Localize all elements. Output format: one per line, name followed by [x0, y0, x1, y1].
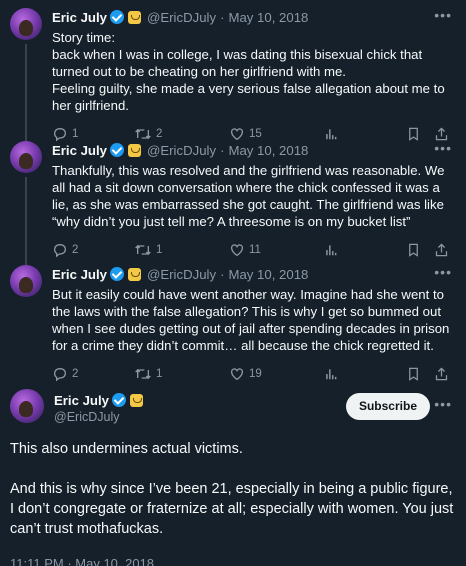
tweet-date[interactable]: May 10, 2018	[228, 266, 308, 283]
more-icon[interactable]: •••	[434, 265, 452, 279]
retweet-button[interactable]: 1	[134, 366, 229, 383]
tweet-text: Thankfully, this was resolved and the gi…	[52, 163, 445, 229]
views-icon	[324, 367, 338, 381]
retweet-icon	[134, 366, 152, 382]
tweet[interactable]: ••• Eric July @EricDJuly · May 10, 2018 …	[0, 257, 466, 383]
like-button[interactable]: 19	[229, 366, 324, 383]
tweet-date[interactable]: May 10, 2018	[228, 9, 308, 26]
tweet-text: But it easily could have went another wa…	[52, 287, 450, 353]
avatar[interactable]	[10, 8, 42, 40]
reply-icon	[52, 366, 68, 382]
more-icon[interactable]: •••	[434, 8, 452, 22]
main-tweet: Eric July @EricDJuly Subscribe ••• This …	[0, 381, 466, 566]
author-name[interactable]: Eric July	[52, 142, 107, 159]
main-tweet-text: This also undermines actual victims. And…	[10, 439, 456, 539]
main-tweet-paragraph: And this is why since I’ve been 21, espe…	[10, 481, 454, 537]
tweet[interactable]: ••• Eric July @EricDJuly · May 10, 2018 …	[0, 0, 466, 142]
reply-count: 2	[72, 367, 79, 380]
avatar[interactable]	[10, 389, 44, 423]
author-handle[interactable]: @EricDJuly	[147, 142, 216, 159]
author-handle[interactable]: @EricDJuly	[147, 9, 216, 26]
reply-button[interactable]: 2	[52, 366, 134, 383]
retweet-count: 1	[156, 243, 163, 256]
more-icon[interactable]: •••	[434, 397, 452, 411]
heart-icon	[229, 366, 245, 382]
verified-badge-icon	[109, 10, 124, 24]
bookmark-button[interactable]	[406, 366, 434, 382]
avatar[interactable]	[10, 141, 42, 173]
affiliate-badge-icon	[127, 267, 141, 281]
like-button[interactable]: 11	[229, 242, 324, 259]
verified-badge-icon	[111, 393, 126, 407]
share-icon	[434, 242, 449, 258]
subscribe-button[interactable]: Subscribe	[345, 393, 430, 420]
share-button[interactable]	[434, 366, 449, 382]
share-button[interactable]	[434, 242, 449, 258]
retweet-count: 1	[156, 367, 163, 380]
tweet[interactable]: ••• Eric July @EricDJuly · May 10, 2018 …	[0, 133, 466, 265]
heart-icon	[229, 242, 245, 258]
affiliate-badge-icon	[129, 393, 143, 407]
author-handle[interactable]: @EricDJuly	[147, 266, 216, 283]
separator: ·	[220, 9, 225, 25]
views-icon	[324, 243, 338, 257]
retweet-icon	[134, 242, 152, 258]
avatar[interactable]	[10, 265, 42, 297]
bookmark-button[interactable]	[406, 242, 434, 258]
thread-line	[25, 44, 27, 141]
more-icon[interactable]: •••	[434, 141, 452, 155]
author-handle[interactable]: @EricDJuly	[54, 409, 143, 425]
affiliate-badge-icon	[127, 10, 141, 24]
reply-count: 2	[72, 243, 79, 256]
tweet-text: Story time: back when I was in college, …	[52, 30, 445, 113]
author-name[interactable]: Eric July	[54, 392, 109, 409]
author-name[interactable]: Eric July	[52, 9, 107, 26]
reply-icon	[52, 242, 68, 258]
separator: ·	[220, 142, 225, 158]
author-name[interactable]: Eric July	[52, 266, 107, 283]
views-button[interactable]	[324, 367, 406, 381]
verified-badge-icon	[109, 267, 124, 281]
thread-line	[25, 177, 27, 265]
like-count: 11	[249, 243, 261, 256]
views-button[interactable]	[324, 243, 406, 257]
bookmark-icon	[406, 366, 421, 382]
like-count: 19	[249, 367, 262, 380]
retweet-button[interactable]: 1	[134, 242, 229, 259]
share-icon	[434, 366, 449, 382]
bookmark-icon	[406, 242, 421, 258]
tweet-date[interactable]: May 10, 2018	[228, 142, 308, 159]
separator: ·	[220, 266, 225, 282]
reply-button[interactable]: 2	[52, 242, 134, 259]
affiliate-badge-icon	[127, 143, 141, 157]
verified-badge-icon	[109, 143, 124, 157]
main-tweet-paragraph: This also undermines actual victims.	[10, 441, 243, 457]
main-tweet-timestamp[interactable]: 11:11 PM · May 10, 2018	[10, 555, 456, 566]
